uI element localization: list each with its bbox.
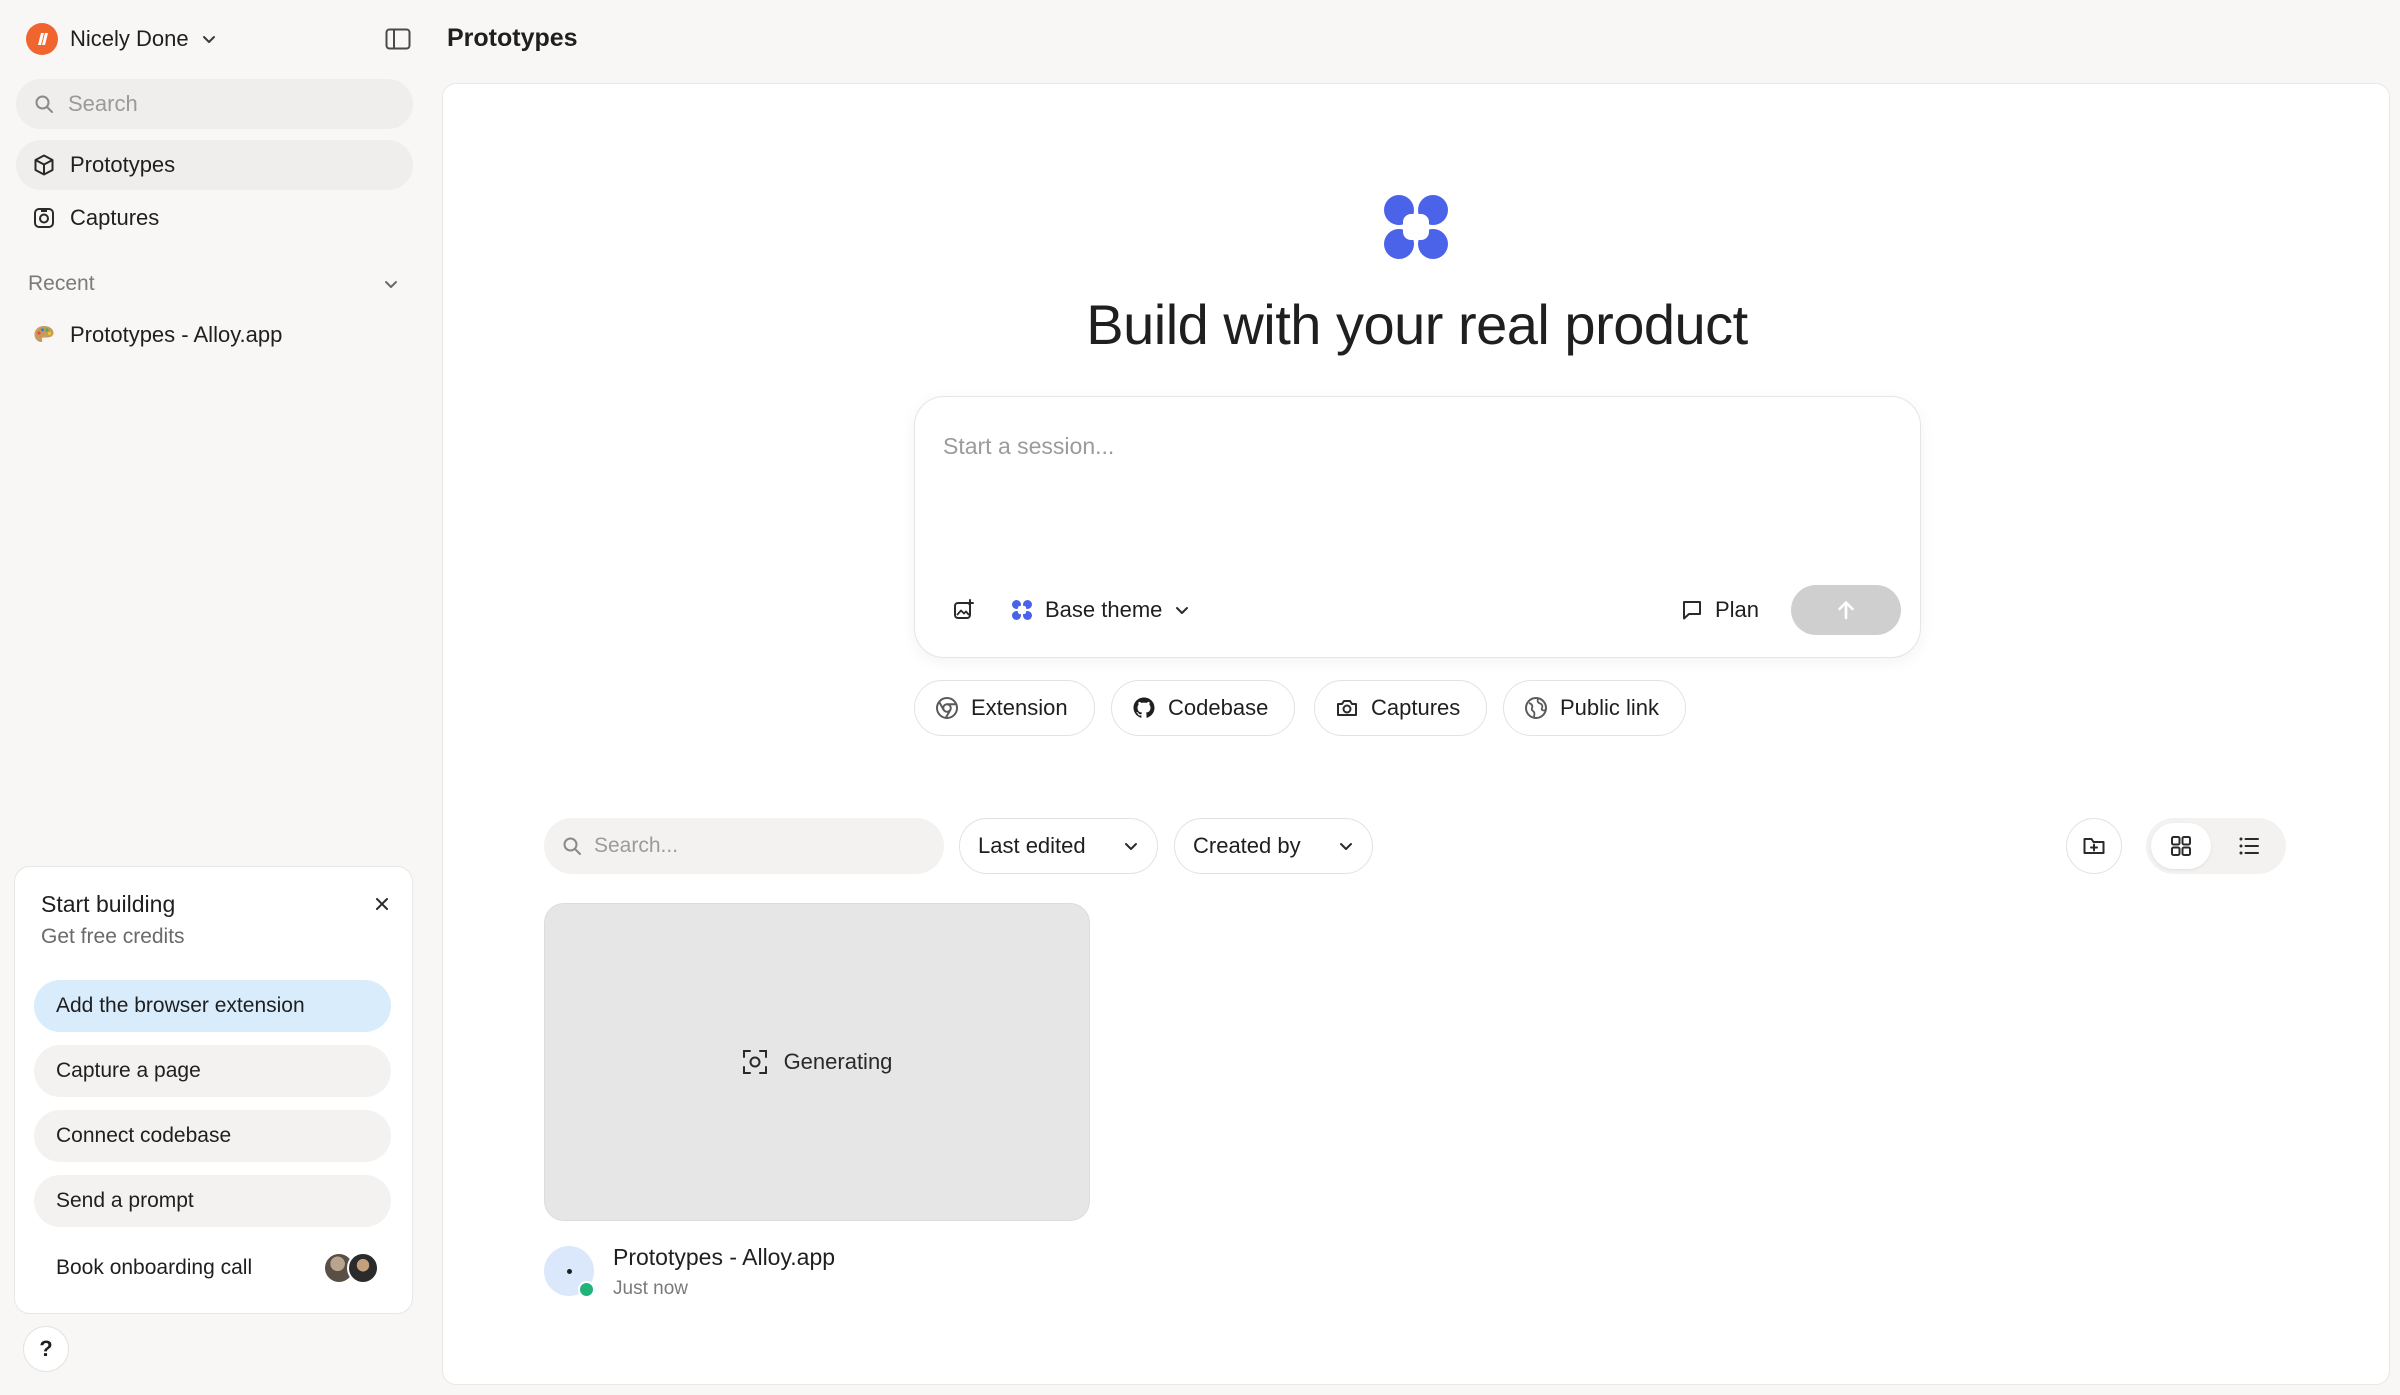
chevron-down-icon: [1174, 602, 1190, 618]
recent-label: Recent: [28, 272, 95, 295]
source-chip-label: Public link: [1560, 695, 1660, 720]
generating-status: Generating: [783, 1049, 893, 1074]
created-by-label: Created by: [1193, 833, 1301, 858]
list-icon: [2238, 835, 2260, 857]
chevron-down-icon: [201, 31, 217, 47]
close-icon[interactable]: [367, 889, 397, 919]
onboarding-subtitle: Get free credits: [41, 925, 185, 948]
grid-icon: [2170, 835, 2192, 857]
page-title: Prototypes: [447, 24, 578, 52]
search-icon: [34, 94, 54, 114]
view-toggle: [2146, 818, 2286, 874]
onboarding-step-prompt[interactable]: Send a prompt: [34, 1175, 391, 1227]
search-icon: [562, 836, 582, 856]
plan-button[interactable]: Plan: [1681, 591, 1759, 629]
source-chip-public-link[interactable]: Public link: [1503, 680, 1687, 736]
project-search[interactable]: [544, 818, 944, 874]
sidebar: Nicely Done Prototypes Captures Recent: [0, 0, 430, 1395]
source-chip-label: Extension: [971, 695, 1068, 720]
new-folder-button[interactable]: [2066, 818, 2122, 874]
team-avatars: [323, 1252, 379, 1284]
arrow-up-icon: [1835, 599, 1857, 621]
chevron-down-icon[interactable]: [382, 275, 400, 293]
project-thumbnail[interactable]: Generating: [544, 903, 1090, 1221]
sidebar-item-label: Captures: [70, 205, 160, 230]
onboarding-step-book-call[interactable]: Book onboarding call: [34, 1242, 391, 1294]
camera-icon: [1335, 696, 1359, 720]
source-chip-label: Captures: [1371, 695, 1461, 720]
session-composer: Base theme Plan: [914, 396, 1921, 658]
sidebar-item-prototypes[interactable]: Prototypes: [16, 140, 413, 190]
onboarding-step-capture[interactable]: Capture a page: [34, 1045, 391, 1097]
chrome-icon: [935, 696, 959, 720]
brand-logo-icon: [1381, 192, 1451, 262]
theme-label: Base theme: [1045, 597, 1163, 622]
onboarding-step-codebase[interactable]: Connect codebase: [34, 1110, 391, 1162]
sidebar-item-label: Prototypes: [70, 152, 176, 177]
project-timestamp: Just now: [613, 1278, 688, 1299]
onboarding-step-extension[interactable]: Add the browser extension: [34, 980, 391, 1032]
github-icon: [1132, 696, 1156, 720]
comment-icon: [1681, 599, 1703, 621]
grid-view-button[interactable]: [2151, 823, 2211, 869]
sidebar-search-input[interactable]: [68, 91, 388, 117]
theme-icon: [1011, 599, 1033, 621]
theme-select[interactable]: Base theme: [1011, 593, 1190, 627]
sidebar-search[interactable]: [16, 79, 413, 129]
session-prompt-input[interactable]: [943, 433, 1883, 523]
focus-scan-icon: [742, 1049, 768, 1075]
onboarding-title: Start building: [41, 891, 176, 917]
recent-item[interactable]: Prototypes - Alloy.app: [16, 312, 413, 358]
source-chip-codebase[interactable]: Codebase: [1111, 680, 1296, 736]
workspace-switcher[interactable]: Nicely Done: [26, 20, 217, 58]
list-view-button[interactable]: [2219, 823, 2279, 869]
project-search-input[interactable]: [594, 834, 924, 858]
sidebar-toggle-icon[interactable]: [382, 24, 414, 54]
source-chip-label: Codebase: [1168, 695, 1269, 720]
online-status-dot: [578, 1281, 595, 1298]
sidebar-item-captures[interactable]: Captures: [16, 193, 413, 243]
onboarding-step-label: Book onboarding call: [56, 1256, 253, 1279]
cube-icon: [32, 153, 56, 177]
chevron-down-icon: [1123, 838, 1139, 854]
attach-image-icon[interactable]: [949, 595, 979, 625]
recent-item-label: Prototypes - Alloy.app: [70, 322, 283, 347]
source-chip-captures[interactable]: Captures: [1314, 680, 1488, 736]
workspace-name: Nicely Done: [70, 26, 189, 51]
project-name[interactable]: Prototypes - Alloy.app: [613, 1244, 835, 1271]
created-by-dropdown[interactable]: Created by: [1174, 818, 1373, 874]
folder-plus-icon: [2082, 834, 2106, 858]
plan-label: Plan: [1715, 597, 1760, 622]
send-button[interactable]: [1791, 585, 1901, 635]
sort-label: Last edited: [978, 833, 1086, 858]
avatar: [347, 1252, 379, 1284]
main-panel: Build with your real product Base theme …: [442, 83, 2390, 1385]
help-button[interactable]: ?: [23, 1326, 69, 1372]
onboarding-card: Start building Get free credits Add the …: [14, 866, 413, 1314]
hero-title: Build with your real product: [1086, 293, 1748, 356]
recent-section-header[interactable]: Recent: [28, 268, 400, 300]
chevron-down-icon: [1338, 838, 1354, 854]
source-chip-extension[interactable]: Extension: [914, 680, 1095, 736]
workspace-logo-icon: [26, 23, 58, 55]
palette-icon: [32, 323, 56, 347]
camera-icon: [32, 206, 56, 230]
sort-dropdown[interactable]: Last edited: [959, 818, 1158, 874]
globe-icon: [1524, 696, 1548, 720]
